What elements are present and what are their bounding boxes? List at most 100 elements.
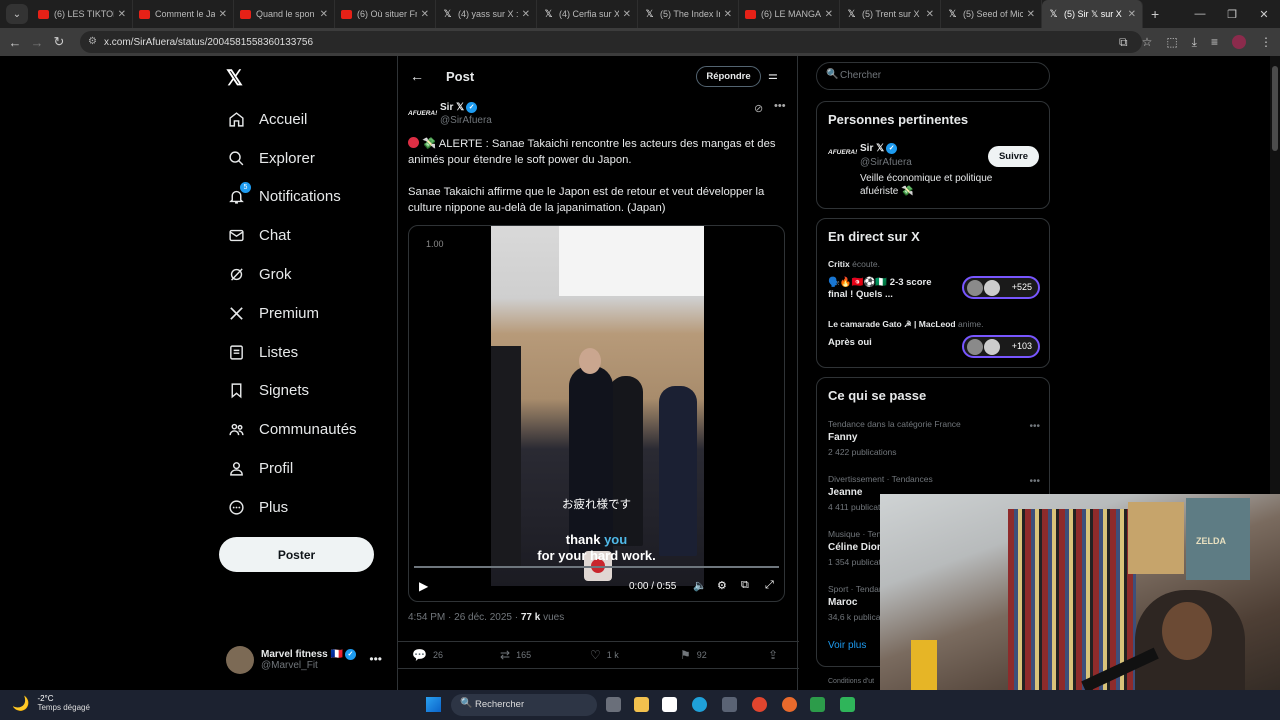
taskbar-search-input[interactable]: 🔍 Rechercher (451, 694, 597, 716)
reply-action[interactable]: 💬 26 (412, 648, 443, 662)
like-action[interactable]: ♡ 1 k (590, 648, 619, 662)
fullscreen-icon[interactable]: ⤢ (765, 579, 774, 592)
file-explorer-icon[interactable] (634, 697, 649, 712)
sidebar-item-signets[interactable]: Signets (227, 372, 357, 411)
new-tab-icon[interactable]: + (1151, 6, 1159, 22)
follow-button[interactable]: Suivre (988, 146, 1039, 167)
sidebar-item-communautes[interactable]: Communautés (227, 410, 357, 449)
close-tab-icon[interactable]: ✕ (219, 9, 227, 20)
post-button[interactable]: Poster (219, 537, 374, 572)
person-handle[interactable]: @SirAfuera (860, 157, 912, 168)
sidebar-item-explorer[interactable]: Explorer (227, 139, 357, 178)
weather-widget[interactable]: 🌙 -2°C Temps dégagé (12, 694, 90, 712)
browser-tab[interactable]: Quand le spon ✕ (234, 0, 335, 28)
url-field[interactable]: ⚙ x.com/SirAfuera/status/200458155836013… (80, 31, 1142, 53)
sliders-icon[interactable]: ⚌ (768, 69, 778, 82)
profile-avatar-icon[interactable] (1232, 35, 1246, 49)
x-logo[interactable]: 𝕏 (226, 66, 243, 91)
edge-icon[interactable] (692, 697, 707, 712)
minimize-icon[interactable]: — (1184, 0, 1216, 28)
pip-icon[interactable]: ⧉ (741, 579, 749, 592)
close-tab-icon[interactable]: ✕ (118, 9, 126, 20)
person-name[interactable]: Sir 𝕏 ✓ (860, 143, 898, 154)
back-arrow-icon[interactable]: ← (410, 68, 424, 84)
sidebar-item-grok[interactable]: Grok (227, 255, 357, 294)
back-icon[interactable]: ← (4, 35, 26, 50)
firefox-icon[interactable] (782, 697, 797, 712)
scrollbar-thumb[interactable] (1272, 66, 1278, 151)
store-icon[interactable] (722, 697, 737, 712)
download-icon[interactable]: ⤓ (1192, 35, 1197, 50)
tab-search-dropdown[interactable]: ⌄ (6, 4, 28, 24)
notepad-icon[interactable] (662, 697, 677, 712)
browser-tab-active[interactable]: 𝕏 (5) Sir 𝕏 sur X ✕ (1042, 0, 1143, 28)
forward-icon[interactable]: → (26, 35, 48, 50)
browser-tab[interactable]: Comment le Ja ✕ (133, 0, 234, 28)
reload-icon[interactable]: ↻ (48, 34, 70, 50)
sidebar-item-profil[interactable]: Profil (227, 449, 357, 488)
sidebar-item-listes[interactable]: Listes (227, 333, 357, 372)
sidebar-item-notifications[interactable]: 5 Notifications (227, 178, 357, 217)
close-tab-icon[interactable]: ✕ (522, 9, 530, 20)
space-listeners-pill[interactable]: +525 (962, 276, 1040, 299)
video-progress-bar[interactable] (414, 566, 779, 568)
more-dots-icon[interactable]: ••• (369, 652, 382, 666)
search-input[interactable]: 🔍 Chercher (816, 62, 1050, 90)
close-window-icon[interactable]: ✕ (1248, 0, 1280, 28)
task-view-icon[interactable] (606, 697, 621, 712)
close-tab-icon[interactable]: ✕ (1128, 9, 1136, 20)
install-icon[interactable]: ⧉ (1119, 35, 1128, 50)
grok-icon[interactable]: ⊘ (754, 102, 763, 115)
browser-tab[interactable]: (6) LES TIKTOK ✕ (32, 0, 133, 28)
repost-action[interactable]: ⇄ 165 (500, 648, 531, 662)
avatar[interactable]: AFUERA! (828, 149, 857, 156)
browser-tab[interactable]: 𝕏 (5) The Index In ✕ (638, 0, 739, 28)
trend-item[interactable]: Tendance dans la catégorie France Fanny … (828, 419, 1040, 457)
bookmark-action[interactable]: ⚑ 92 (680, 648, 707, 662)
browser-tab[interactable]: (6) Où situer Fr ✕ (335, 0, 436, 28)
extensions-icon[interactable]: ⬚ (1166, 35, 1177, 49)
space-title[interactable]: Après oui (828, 337, 948, 349)
post-timestamp[interactable]: 4:54 PM · 26 déc. 2025 · (408, 612, 521, 623)
site-info-icon[interactable]: ⚙ (88, 36, 97, 47)
browser-tab[interactable]: 𝕏 (5) Trent sur X ✕ (840, 0, 941, 28)
close-tab-icon[interactable]: ✕ (421, 9, 429, 20)
space-title[interactable]: 🗣️🔥🇹🇳⚽🇳🇬 2-3 score final ! Quels ... (828, 277, 948, 301)
volume-icon[interactable]: 🔈 (693, 579, 707, 592)
more-dots-icon[interactable]: ••• (1029, 476, 1040, 487)
media-icon[interactable]: ≡ (1211, 35, 1218, 49)
share-action[interactable]: ⇪ (768, 648, 784, 662)
browser-tab[interactable]: 𝕏 (4) yass sur X : ✕ (436, 0, 537, 28)
close-tab-icon[interactable]: ✕ (724, 9, 732, 20)
more-dots-icon[interactable]: ••• (1029, 421, 1040, 432)
account-switcher[interactable]: Marvel fitness 🇫🇷 ✓ @Marvel_Fit ••• (226, 640, 386, 680)
author-name[interactable]: Sir 𝕏 ✓ (440, 102, 478, 113)
video-player[interactable]: 1.00 お疲れ様です thank you for your hard work… (408, 225, 785, 602)
restore-icon[interactable]: ❐ (1216, 0, 1248, 28)
browser-tab[interactable]: (6) LE MANGA ✕ (739, 0, 840, 28)
close-tab-icon[interactable]: ✕ (926, 9, 934, 20)
sidebar-item-plus[interactable]: Plus (227, 488, 357, 527)
space-listeners-pill[interactable]: +103 (962, 335, 1040, 358)
browser-menu-icon[interactable]: ⋮ (1260, 35, 1272, 49)
close-tab-icon[interactable]: ✕ (623, 9, 631, 20)
app-icon[interactable] (840, 697, 855, 712)
close-tab-icon[interactable]: ✕ (320, 9, 328, 20)
terms-link[interactable]: Conditions d'ut (828, 678, 874, 685)
windows-start-icon[interactable] (426, 697, 441, 712)
sidebar-item-premium[interactable]: Premium (227, 294, 357, 333)
more-dots-icon[interactable]: ••• (774, 100, 786, 112)
browser-tab[interactable]: 𝕏 (5) Seed of Mic ✕ (941, 0, 1042, 28)
chrome-icon[interactable] (752, 697, 767, 712)
play-icon[interactable]: ▶ (419, 579, 428, 593)
author-handle[interactable]: @SirAfuera (440, 115, 492, 126)
author-avatar[interactable]: AFUERA! (408, 104, 437, 124)
settings-icon[interactable]: ⚙ (717, 579, 727, 592)
xbox-icon[interactable] (810, 697, 825, 712)
browser-tab[interactable]: 𝕏 (4) Cerfia sur X ✕ (537, 0, 638, 28)
reply-button[interactable]: Répondre (696, 66, 761, 87)
sidebar-item-accueil[interactable]: Accueil (227, 100, 357, 139)
star-icon[interactable]: ☆ (1142, 35, 1153, 49)
close-tab-icon[interactable]: ✕ (1027, 9, 1035, 20)
sidebar-item-chat[interactable]: Chat (227, 216, 357, 255)
